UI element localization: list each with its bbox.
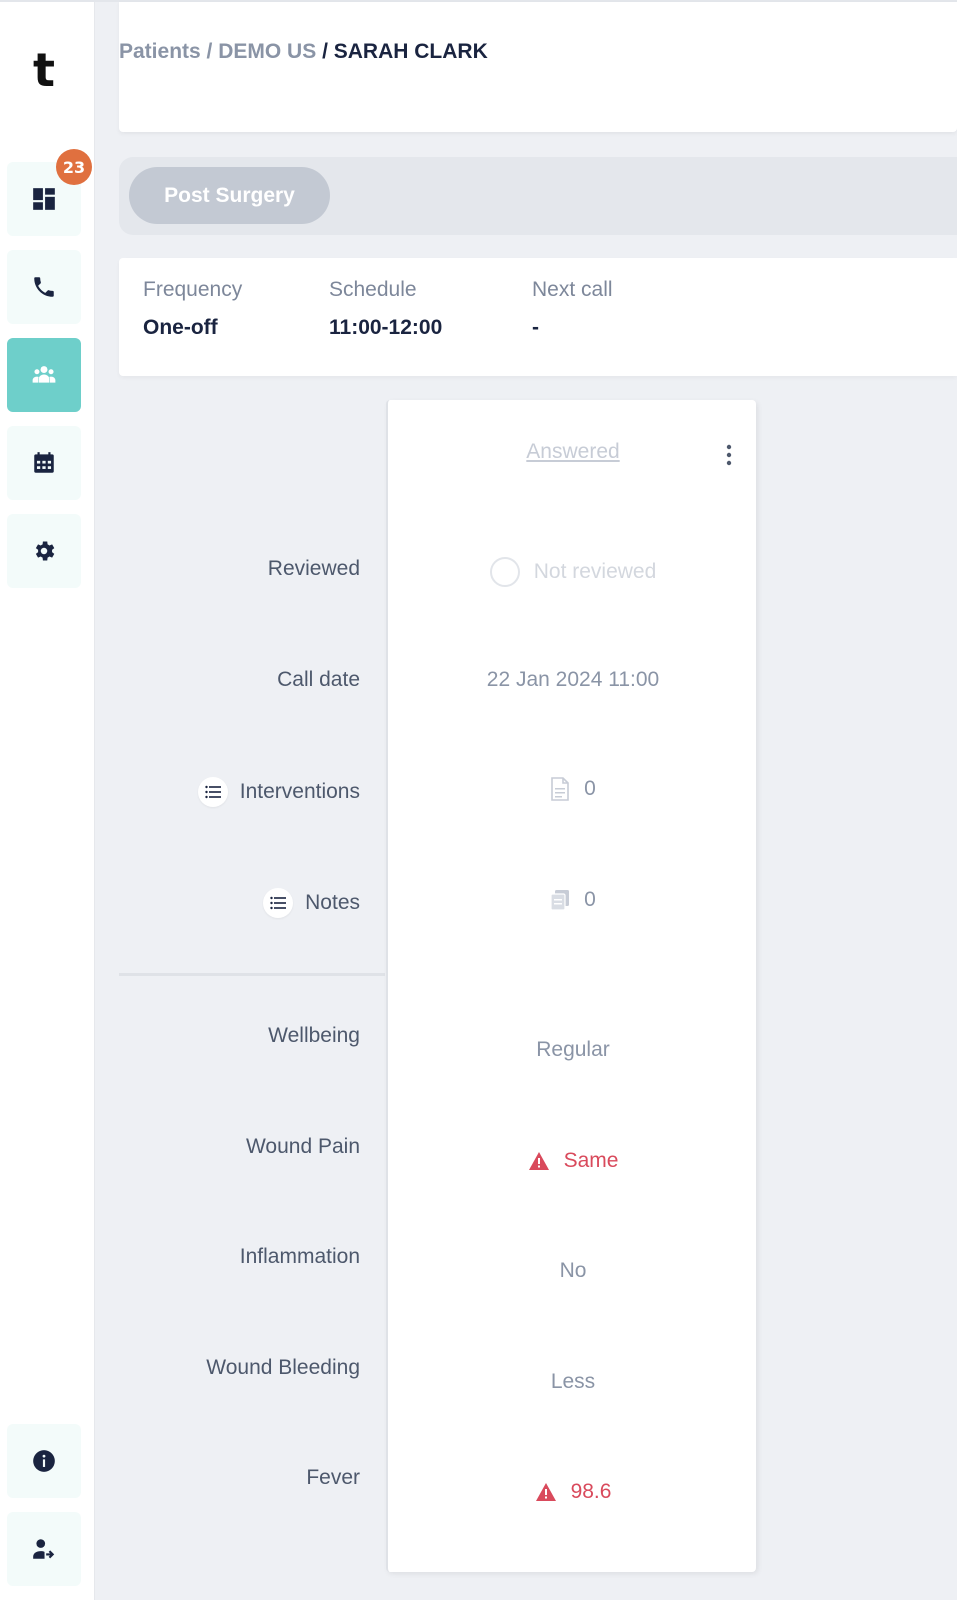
call-date-value: 22 Jan 2024 11:00 (486, 668, 660, 691)
row-label-reviewed: Reviewed (268, 557, 360, 581)
calendar-icon (34, 452, 54, 473)
row-label-notes: Notes (263, 888, 360, 918)
more-options-icon[interactable] (724, 444, 734, 466)
row-label-text: Wound Pain (245, 1135, 360, 1158)
notes-icon (550, 890, 570, 911)
row-label-text: Wellbeing (268, 1024, 360, 1047)
row-label-fever: Fever (306, 1466, 360, 1490)
list-icon-glyph (205, 785, 221, 799)
app-logo[interactable]: t (0, 42, 88, 98)
wellbeing-value: Regular (536, 1038, 610, 1061)
nav-calls-button[interactable] (7, 250, 81, 324)
schedule-field: Schedule 11:00-12:00 (329, 278, 442, 340)
list-icon[interactable] (263, 888, 294, 918)
fever-cell: 98.6 (388, 1480, 758, 1504)
row-label-text: Fever (306, 1466, 360, 1489)
protocol-tabs: Post Surgery (119, 157, 957, 235)
page-header: Patients / DEMO US / SARAH CLARK (119, 2, 957, 132)
row-label-text: Inflammation (239, 1245, 360, 1268)
notes-count: 0 (584, 888, 596, 911)
wound-pain-cell: Same (388, 1149, 758, 1173)
call-column: Answered Not reviewed 22 Jan 2024 11:00 … (386, 400, 756, 1572)
row-label-text: Wound Bleeding (206, 1356, 360, 1379)
breadcrumb-separator: / (316, 40, 334, 63)
list-icon[interactable] (197, 777, 228, 807)
dashboard-icon (33, 188, 55, 210)
row-label-text: Notes (305, 891, 360, 914)
tab-post-surgery[interactable]: Post Surgery (129, 167, 330, 224)
call-status-link[interactable]: Answered (526, 440, 619, 464)
frequency-value: One-off (143, 316, 218, 339)
warning-icon (535, 1483, 556, 1501)
section-divider (119, 973, 385, 976)
row-label-interventions: Interventions (197, 777, 360, 807)
user-logout-icon (33, 1539, 55, 1559)
reviewed-status: Not reviewed (533, 560, 657, 583)
row-label-wound-bleeding: Wound Bleeding (206, 1356, 360, 1380)
inflammation-value: No (559, 1259, 587, 1282)
interventions-cell[interactable]: 0 (388, 777, 758, 801)
call-status-cell: Answered (388, 440, 758, 464)
next-call-field: Next call - (532, 278, 613, 340)
next-call-label: Next call (532, 278, 613, 301)
reviewed-cell: Not reviewed (388, 557, 758, 587)
warning-icon (528, 1152, 549, 1170)
nav-info-button[interactable] (7, 1424, 81, 1498)
reviewed-checkbox[interactable] (489, 557, 520, 587)
inflammation-cell: No (388, 1259, 758, 1283)
wound-pain-value: Same (563, 1149, 619, 1172)
breadcrumb-separator: / (200, 40, 219, 63)
gear-icon (35, 541, 55, 561)
nav-patients-button[interactable] (7, 338, 81, 412)
breadcrumb: Patients / DEMO US / SARAH CLARK (119, 40, 488, 64)
row-label-text: Reviewed (267, 557, 360, 580)
nav-logout-button[interactable] (7, 1512, 81, 1586)
call-date-cell: 22 Jan 2024 11:00 (388, 668, 758, 692)
wellbeing-cell: Regular (388, 1038, 758, 1062)
wound-bleeding-value: Less (550, 1370, 596, 1393)
notification-badge: 23 (56, 149, 92, 185)
document-icon (551, 777, 569, 801)
list-icon-glyph (270, 896, 287, 910)
users-icon (32, 366, 56, 383)
frequency-label: Frequency (143, 278, 243, 301)
breadcrumb-patients[interactable]: Patients (119, 40, 201, 63)
breadcrumb-current: SARAH CLARK (333, 40, 488, 63)
nav-settings-button[interactable] (7, 514, 81, 588)
row-label-text: Interventions (239, 780, 360, 803)
sidebar: t (0, 2, 95, 1600)
row-label-call-date: Call date (277, 668, 360, 692)
row-label-text: Call date (277, 668, 360, 691)
schedule-info-card: Frequency One-off Schedule 11:00-12:00 N… (119, 258, 957, 376)
next-call-value: - (532, 316, 539, 339)
row-label-wellbeing: Wellbeing (268, 1024, 360, 1048)
nav-calendar-button[interactable] (7, 426, 81, 500)
row-label-wound-pain: Wound Pain (246, 1135, 360, 1159)
fever-value: 98.6 (570, 1480, 612, 1503)
schedule-label: Schedule (329, 278, 417, 301)
info-icon (33, 1450, 55, 1472)
phone-icon (34, 277, 54, 297)
interventions-count: 0 (584, 777, 596, 800)
row-label-inflammation: Inflammation (240, 1245, 360, 1269)
notes-cell[interactable]: 0 (388, 888, 758, 912)
schedule-value: 11:00-12:00 (329, 316, 443, 339)
frequency-field: Frequency One-off (143, 278, 242, 340)
breadcrumb-org[interactable]: DEMO US (218, 40, 316, 63)
wound-bleeding-cell: Less (388, 1370, 758, 1394)
